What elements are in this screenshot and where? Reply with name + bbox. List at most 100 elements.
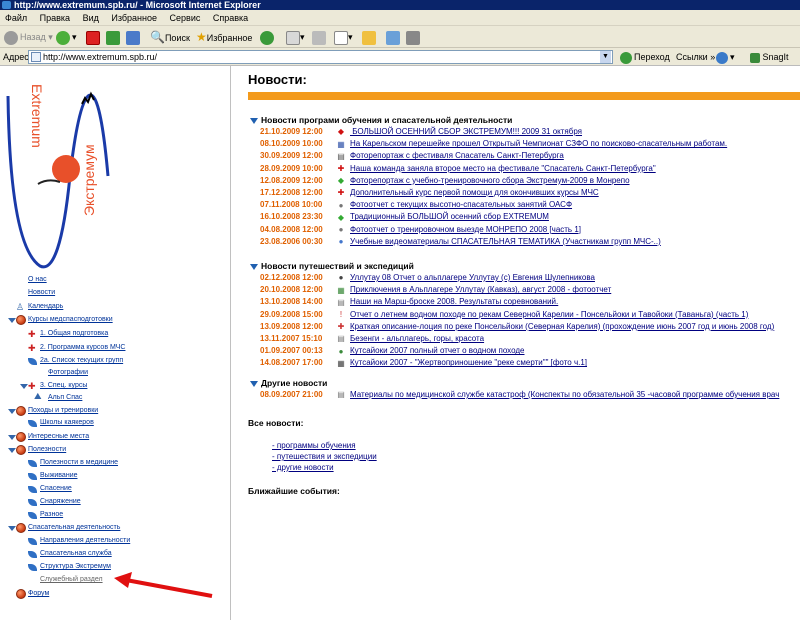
research-button[interactable] [406,28,420,46]
news-date: 17.12.2008 12:00 [260,188,323,197]
refresh-button[interactable] [106,28,120,46]
news-type-icon: ● [338,237,344,247]
news-type-icon: ● [338,200,344,210]
edit-button[interactable]: ▾ [334,28,353,46]
go-button[interactable]: Переход [620,48,670,66]
page-content: Extremum Экстремум О нас Новости Календарь… [0,66,800,620]
news-type-icon: ▦ [337,139,345,149]
collapse-triangle-icon[interactable] [250,117,258,124]
news-link[interactable]: Кутсайоки 2007 - "Жертвоприношение "реке… [350,358,587,367]
collapse-triangle-icon[interactable] [250,263,258,270]
news-link[interactable]: Безенги - альплагерь, горы, красота [350,334,484,343]
toolbar: Назад ▾ ▾ 🔍Поиск ★Избранное ▾ ▾ [0,26,800,48]
news-link[interactable]: Приключения в Альплагере Уллутау (Кавказ… [350,285,611,294]
research-icon [406,30,420,45]
news-link[interactable]: Материалы по медицинской службе катастро… [350,390,779,399]
news-link[interactable]: Краткая описание-лоция по реке Понсельйо… [350,322,774,331]
menu-tools[interactable]: Сервис [170,13,201,23]
mail-icon [286,30,300,45]
folder-button[interactable] [362,28,376,46]
menu-help[interactable]: Справка [213,13,248,23]
news-type-icon: ▦ [337,358,345,368]
news-row: 13.11.2007 15:10 ▤ Безенги - альплагерь, г… [260,333,484,345]
news-type-icon: ✚ [337,322,345,332]
menu-bar: Файл Правка Вид Избранное Сервис Справка [0,10,800,26]
news-type-icon: ▤ [337,390,345,400]
refresh-icon [106,30,120,45]
news-link[interactable]: БОЛЬШОЙ ОСЕННИЙ СБОР ЭКСТРЕМУМ!!! 2009 3… [350,127,582,136]
mail-button[interactable]: ▾ [286,28,305,46]
news-category-heading[interactable]: Другие новости [250,378,327,388]
star-icon: ★ [196,30,207,44]
favorites-button[interactable]: ★Избранное [196,28,252,46]
print-button[interactable] [312,28,326,46]
addon-button[interactable]: ▾ [716,48,735,66]
page-icon [31,52,41,62]
menu-file[interactable]: Файл [5,13,27,23]
news-category-label: Другие новости [261,378,328,388]
menu-view[interactable]: Вид [83,13,99,23]
news-link[interactable]: Наши на Марш-броске 2008. Результаты сор… [350,297,558,306]
news-link[interactable]: Фоторепортаж с фестиваля Спасатель Санкт… [350,151,564,160]
all-news-link-travel[interactable]: - путешествия и экспедиции [272,452,377,461]
news-row: 08.10.2009 10:00 ▦ На Карельском перешейке… [260,138,727,150]
favorites-label: Избранное [206,33,253,43]
address-input[interactable]: http://www.extremum.spb.ru/ ▼ [28,50,613,64]
history-icon [260,30,274,45]
news-row: 29.09.2008 15:00 ǃ Отчет о летнем водном п… [260,309,748,321]
news-link[interactable]: Наша команда заняла второе место на фест… [350,164,656,173]
home-icon [126,30,140,45]
stop-button[interactable] [86,28,100,46]
news-link[interactable]: Уллутау 08 Отчет о альплагере Уллутау (с… [350,273,595,282]
links-button[interactable]: Ссылки » [676,48,715,66]
title-bar: http://www.extremum.spb.ru/ - Microsoft … [0,0,800,10]
news-date: 04.08.2008 12:00 [260,224,323,234]
forward-button[interactable]: ▾ [56,28,77,46]
news-type-icon: ▦ [337,285,345,295]
news-type-icon: ◆ [337,176,345,186]
menu-favorites[interactable]: Избранное [111,13,157,23]
news-link[interactable]: Фотоотчет с текущих высотно-спасательных… [350,200,572,209]
red-arrow-annotation [114,572,213,598]
search-button[interactable]: 🔍Поиск [150,28,190,46]
news-row: 16.10.2008 23:30 ◆ Традиционный БОЛЬШОЙ ос… [260,211,549,223]
news-category-heading[interactable]: Новости путешествий и экспедиций [250,261,414,271]
main-column: Новости: Новости програми обучения и спа… [238,66,800,620]
news-link[interactable]: Учебные видеоматериалы СПАСАТЕЛЬНАЯ ТЕМА… [350,237,661,246]
news-link[interactable]: Дополнительный курс первой помощи для ок… [350,188,599,197]
news-link[interactable]: Традиционный БОЛЬШОЙ осенний сбор EXTREM… [350,212,549,221]
messenger-button[interactable] [386,28,400,46]
news-link[interactable]: Фоторепортаж с учебно-тренировочного сбо… [350,176,630,185]
address-dropdown-icon[interactable]: ▼ [600,51,611,63]
news-date: 13.11.2007 15:10 [260,334,323,343]
menu-edit[interactable]: Правка [40,13,70,23]
news-link[interactable]: Фотоотчет о тренировочном выезде МОНРЕПО… [350,225,581,234]
news-row: 12.08.2009 12:00 ◆ Фоторепортаж с учебно-т… [260,175,630,187]
news-date: 13.09.2008 12:00 [260,321,323,331]
back-button[interactable]: Назад ▾ [4,28,53,46]
column-divider [230,66,231,620]
news-link[interactable]: Отчет о летнем водном походе по рекам Се… [350,310,748,319]
page-title: Новости: [248,72,307,87]
news-type-icon: ● [338,224,344,234]
news-category-heading[interactable]: Новости програми обучения и спасательной… [250,115,512,125]
history-button[interactable] [260,28,276,46]
news-type-icon: ✚ [337,188,345,198]
address-bar: Адрес: http://www.extremum.spb.ru/ ▼ Пер… [0,48,800,66]
news-row: 28.09.2009 10:00 ✚ Наша команда заняла вто… [260,163,656,175]
news-link[interactable]: Кутсайоки 2007 полный отчет о водном пох… [350,346,524,355]
all-news-link-training[interactable]: - программы обучения [272,441,356,450]
edit-icon [334,30,348,45]
folder-icon [362,30,376,45]
home-button[interactable] [126,28,140,46]
address-url: http://www.extremum.spb.ru/ [43,52,158,62]
news-category-label: Новости путешествий и экспедиций [261,261,414,271]
news-link[interactable]: На Карельском перешейке прошел Открытый … [350,139,727,148]
all-news-link-other[interactable]: - другие новости [272,463,334,472]
news-row: 14.08.2007 17:00 ▦ Кутсайоки 2007 - "Жертв… [260,357,587,369]
collapse-triangle-icon[interactable] [250,380,258,387]
browser-window: http://www.extremum.spb.ru/ - Microsoft … [0,0,800,620]
news-type-icon: ✚ [337,163,345,173]
news-date: 12.08.2009 12:00 [260,175,323,185]
snagit-button[interactable]: SnagIt [750,48,789,66]
